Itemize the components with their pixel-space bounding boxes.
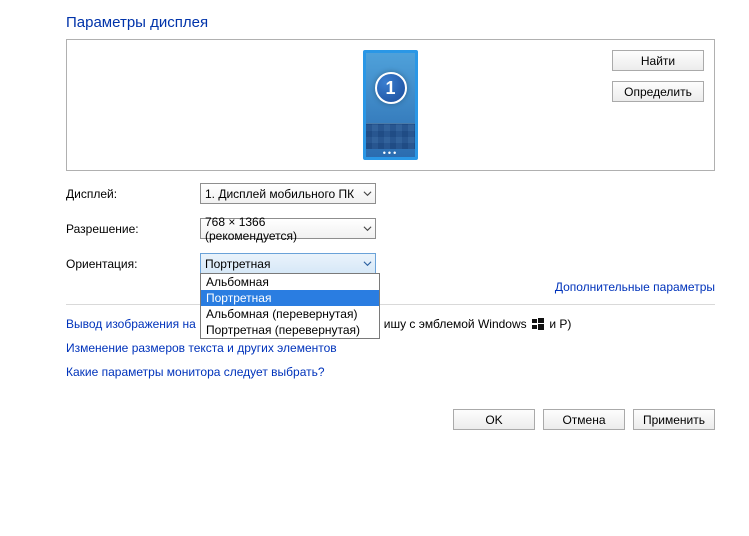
project-text-suffix: ишу с эмблемой Windows: [384, 317, 527, 331]
orientation-option[interactable]: Альбомная: [201, 274, 379, 290]
resolution-combobox[interactable]: 768 × 1366 (рекомендуется): [200, 218, 376, 239]
orientation-combobox[interactable]: Портретная АльбомнаяПортретнаяАльбомная …: [200, 253, 376, 274]
advanced-settings-link[interactable]: Дополнительные параметры: [555, 280, 715, 294]
orientation-label: Ориентация:: [66, 257, 200, 271]
chevron-down-icon: [359, 219, 375, 238]
windows-logo-icon: [532, 318, 544, 330]
orientation-dropdown[interactable]: АльбомнаяПортретнаяАльбомная (перевернут…: [200, 273, 380, 339]
orientation-option[interactable]: Портретная (перевернутая): [201, 322, 379, 338]
orientation-combobox-value: Портретная: [205, 257, 270, 271]
display-combobox[interactable]: 1. Дисплей мобильного ПК: [200, 183, 376, 204]
ok-button[interactable]: OK: [453, 409, 535, 430]
orientation-option[interactable]: Портретная: [201, 290, 379, 306]
chevron-down-icon: [359, 184, 375, 203]
display-combobox-value: 1. Дисплей мобильного ПК: [205, 187, 354, 201]
detect-button[interactable]: Найти: [612, 50, 704, 71]
orientation-option[interactable]: Альбомная (перевернутая): [201, 306, 379, 322]
apply-button[interactable]: Применить: [633, 409, 715, 430]
project-text-tail: и P): [546, 317, 571, 331]
monitor-preview-area: 1 ••• Найти Определить: [66, 39, 715, 171]
which-monitor-link[interactable]: Какие параметры монитора следует выбрать…: [66, 365, 325, 379]
cancel-button[interactable]: Отмена: [543, 409, 625, 430]
chevron-down-icon: [359, 254, 375, 273]
project-link-prefix[interactable]: Вывод изображения на: [66, 317, 196, 331]
identify-button[interactable]: Определить: [612, 81, 704, 102]
page-title: Параметры дисплея: [66, 14, 715, 31]
display-1-preview[interactable]: 1 •••: [363, 50, 418, 160]
display-number-badge: 1: [375, 72, 407, 104]
text-size-link[interactable]: Изменение размеров текста и других элеме…: [66, 341, 337, 355]
display-label: Дисплей:: [66, 187, 200, 201]
resolution-label: Разрешение:: [66, 222, 200, 236]
resolution-combobox-value: 768 × 1366 (рекомендуется): [205, 215, 359, 243]
